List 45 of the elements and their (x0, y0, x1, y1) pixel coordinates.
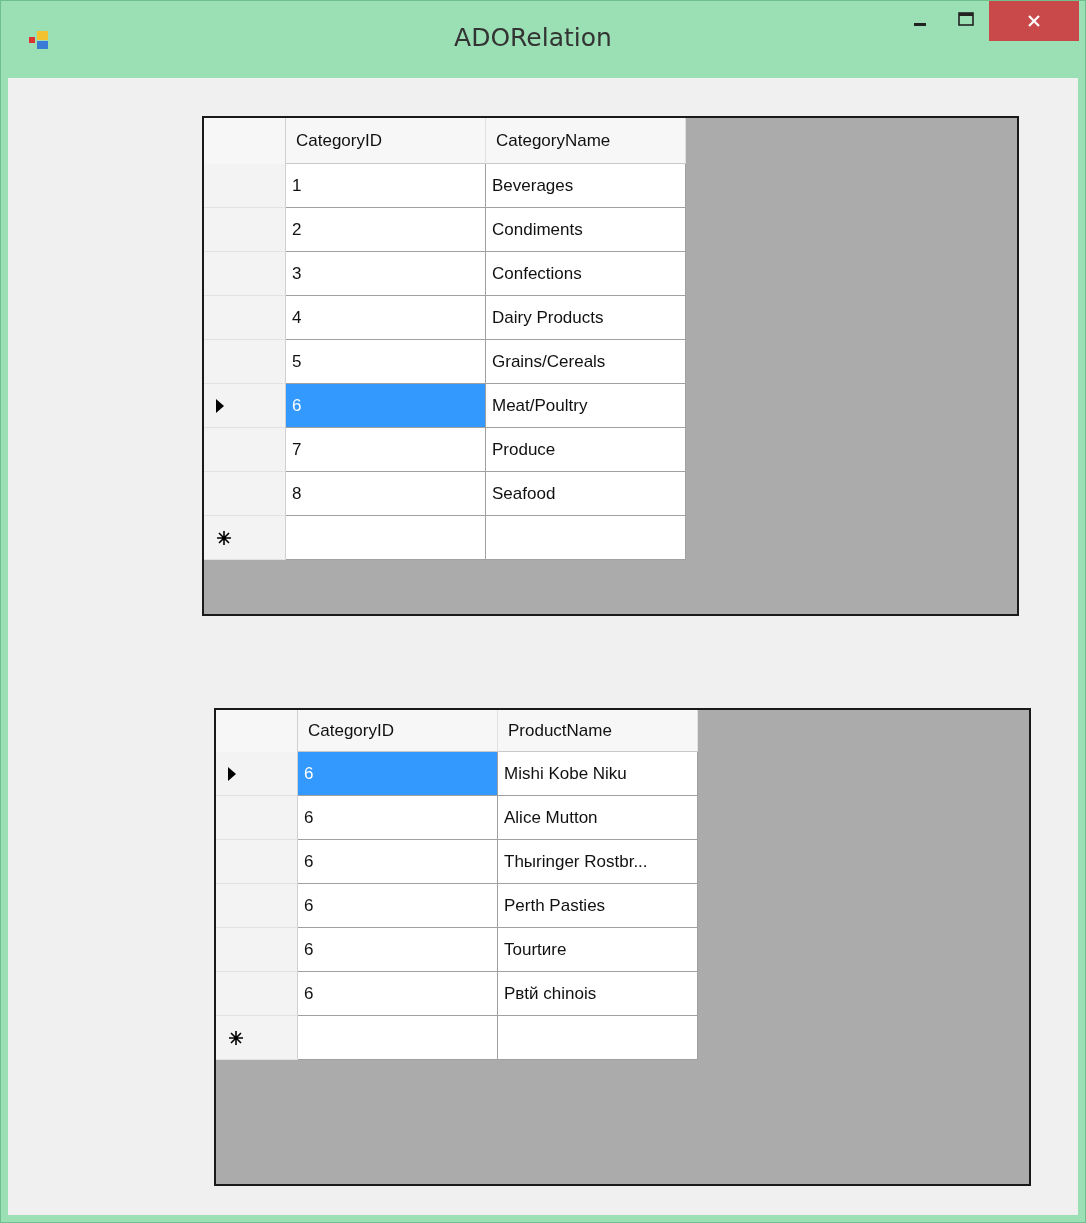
table-cell[interactable]: 7 (286, 428, 486, 472)
table-cell[interactable]: 5 (286, 340, 486, 384)
row-header[interactable] (204, 516, 286, 560)
table-cell[interactable]: 2 (286, 208, 486, 252)
table-cell[interactable]: 3 (286, 252, 486, 296)
table-cell[interactable]: Confections (486, 252, 686, 296)
table-cell[interactable]: 6 (298, 884, 498, 928)
table-cell[interactable]: Meat/Poultry (486, 384, 686, 428)
table-cell[interactable] (486, 516, 686, 560)
new-row-icon (228, 1029, 244, 1046)
new-row-icon (216, 529, 232, 546)
table-cell[interactable]: 8 (286, 472, 486, 516)
table-cell[interactable]: 4 (286, 296, 486, 340)
row-pointer-icon (216, 398, 224, 413)
column-header[interactable]: CategoryID (298, 710, 498, 752)
table-cell[interactable]: 6 (298, 972, 498, 1016)
table-cell[interactable]: Beverages (486, 164, 686, 208)
close-icon (1027, 14, 1041, 28)
minimize-icon (914, 22, 926, 26)
row-header[interactable] (216, 1016, 298, 1060)
table-cell[interactable]: 6 (298, 928, 498, 972)
table-cell[interactable] (498, 1016, 698, 1060)
table-cell[interactable]: Thыringer Rostbr... (498, 840, 698, 884)
maximize-icon (958, 12, 974, 26)
window-title: ADORelation (453, 23, 613, 52)
table-cell[interactable]: Grains/Cereals (486, 340, 686, 384)
table-cell[interactable]: Condiments (486, 208, 686, 252)
row-pointer-icon (228, 766, 236, 781)
table-cell[interactable]: Pвtй chinois (498, 972, 698, 1016)
table-cell[interactable] (298, 1016, 498, 1060)
table-cell[interactable]: Perth Pasties (498, 884, 698, 928)
table-cell[interactable]: 6 (298, 840, 498, 884)
app-icon (29, 31, 49, 49)
column-header[interactable]: CategoryName (486, 118, 686, 164)
table-cell[interactable]: Tourtиre (498, 928, 698, 972)
column-header[interactable]: CategoryID (286, 118, 486, 164)
table-cell[interactable]: Dairy Products (486, 296, 686, 340)
column-header[interactable]: ProductName (498, 710, 698, 752)
table-cell[interactable] (286, 516, 486, 560)
table-cell[interactable]: Mishi Kobe Niku (498, 752, 698, 796)
table-cell[interactable]: 1 (286, 164, 486, 208)
table-cell[interactable]: Produce (486, 428, 686, 472)
table-cell[interactable]: Alice Mutton (498, 796, 698, 840)
table-cell[interactable]: 6 (298, 796, 498, 840)
table-cell[interactable]: Seafood (486, 472, 686, 516)
